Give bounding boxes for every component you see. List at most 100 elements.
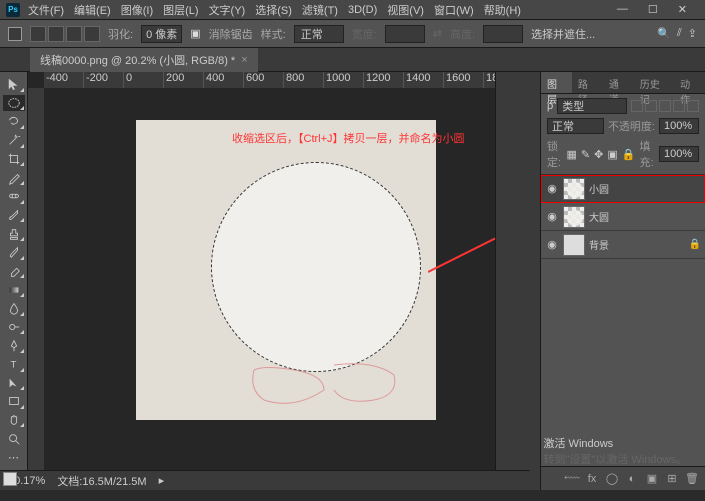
menu-layer[interactable]: 图层(L) (163, 2, 198, 18)
instruction-text: 收缩选区后，【Ctrl+J】拷贝一层，并命名为小圆 (232, 130, 465, 146)
canvas-area[interactable]: -400-20002004006008001000120014001600180… (28, 72, 495, 490)
filter-adjust-icon[interactable] (645, 100, 657, 112)
link-icon[interactable]: ⬳ (565, 472, 579, 486)
dodge-tool[interactable] (3, 319, 25, 336)
tab-layers[interactable]: 图层 (541, 72, 572, 93)
visibility-icon[interactable]: ◉ (545, 182, 559, 195)
type-tool[interactable]: T (3, 356, 25, 373)
layer-thumbnail[interactable] (563, 234, 585, 256)
blend-mode-dropdown[interactable]: 正常 (547, 118, 604, 134)
lock-paint-icon[interactable]: ✎ (581, 148, 590, 161)
maximize-icon[interactable]: ☐ (648, 3, 658, 16)
edit-toolbar[interactable]: ⋯ (3, 449, 25, 466)
layer-name[interactable]: 小圆 (589, 181, 701, 196)
layer-thumbnail[interactable] (563, 178, 585, 200)
document-tabs: 线稿0000.png @ 20.2% (小圆, RGB/8) * × (0, 48, 705, 72)
layer-name[interactable]: 大圆 (589, 209, 701, 224)
select-mask-button[interactable]: 选择并遮住... (531, 26, 595, 42)
layer-row[interactable]: ◉ 大圆 (541, 203, 705, 231)
search-icon[interactable]: 🔍 (657, 27, 671, 40)
filter-shape-icon[interactable] (673, 100, 685, 112)
blur-tool[interactable] (3, 300, 25, 317)
brush-tool[interactable] (3, 207, 25, 224)
fill-label: 填充: (639, 138, 655, 170)
pen-tool[interactable] (3, 337, 25, 354)
zoom-tool[interactable] (3, 430, 25, 447)
lasso-tool[interactable] (3, 113, 25, 130)
svg-text:T: T (10, 360, 16, 371)
move-tool[interactable] (3, 76, 25, 93)
lock-pixels-icon[interactable]: ▦ (567, 148, 577, 161)
mask-icon[interactable]: ◯ (605, 472, 619, 486)
feather-input[interactable]: 0 像素 (141, 25, 182, 43)
document-tab[interactable]: 线稿0000.png @ 20.2% (小圆, RGB/8) * × (30, 48, 258, 72)
canvas[interactable]: 收缩选区后，【Ctrl+J】拷贝一层，并命名为小圆 (136, 120, 436, 420)
selection-new-icon[interactable] (30, 26, 46, 42)
collapsed-dock[interactable] (495, 72, 540, 490)
layer-name[interactable]: 背景 (589, 237, 685, 252)
tab-channels[interactable]: 通道 (603, 72, 634, 93)
lock-all-icon[interactable]: 🔒 (622, 148, 636, 161)
filter-smart-icon[interactable] (687, 100, 699, 112)
share-icon[interactable]: ⇪ (688, 27, 697, 40)
group-icon[interactable]: ▣ (645, 472, 659, 486)
lock-position-icon[interactable]: ✥ (594, 148, 603, 161)
minimize-icon[interactable]: — (617, 3, 628, 16)
crop-tool[interactable] (3, 151, 25, 168)
document-size[interactable]: 文档:16.5M/21.5M (57, 473, 146, 489)
tool-preset-icon[interactable] (8, 27, 22, 41)
style-label: 样式: (261, 26, 286, 42)
close-icon[interactable]: ✕ (678, 3, 687, 16)
wand-tool[interactable] (3, 132, 25, 149)
menu-3d[interactable]: 3D(D) (348, 4, 377, 16)
antialias-checkbox[interactable]: 消除锯齿 (209, 26, 253, 42)
menu-file[interactable]: 文件(F) (28, 2, 64, 18)
trash-icon[interactable]: 🗑 (685, 472, 699, 486)
selection-intersect-icon[interactable] (84, 26, 100, 42)
layer-row[interactable]: ◉ 小圆 (541, 175, 705, 203)
history-brush-tool[interactable] (3, 244, 25, 261)
filter-pixel-icon[interactable] (631, 100, 643, 112)
sort-icon[interactable]: ⫽ (677, 27, 682, 40)
layer-row[interactable]: ◉ 背景 🔒 (541, 231, 705, 259)
menu-edit[interactable]: 编辑(E) (74, 2, 111, 18)
style-dropdown[interactable]: 正常 (294, 25, 344, 43)
menu-view[interactable]: 视图(V) (387, 2, 424, 18)
menu-image[interactable]: 图像(I) (121, 2, 153, 18)
layers-list: ◉ 小圆 ◉ 大圆 ◉ 背景 🔒 (541, 175, 705, 466)
visibility-icon[interactable]: ◉ (545, 238, 559, 251)
eyedropper-tool[interactable] (3, 169, 25, 186)
menu-type[interactable]: 文字(Y) (209, 2, 246, 18)
new-layer-icon[interactable]: ⊞ (665, 472, 679, 486)
fx-icon[interactable]: fx (585, 472, 599, 486)
marquee-tool[interactable] (3, 95, 25, 112)
filter-type-dropdown[interactable]: 类型 (557, 98, 627, 114)
heal-tool[interactable] (3, 188, 25, 205)
layer-thumbnail[interactable] (563, 206, 585, 228)
stamp-tool[interactable] (3, 225, 25, 242)
eraser-tool[interactable] (3, 263, 25, 280)
selection-circle (211, 162, 421, 372)
tab-history[interactable]: 历史记 (634, 72, 674, 93)
opacity-input[interactable]: 100% (659, 118, 699, 134)
tab-close-icon[interactable]: × (241, 54, 247, 66)
filter-type-icon[interactable] (659, 100, 671, 112)
menu-help[interactable]: 帮助(H) (484, 2, 521, 18)
selection-add-icon[interactable] (48, 26, 64, 42)
selection-sub-icon[interactable] (66, 26, 82, 42)
menu-select[interactable]: 选择(S) (255, 2, 292, 18)
menu-window[interactable]: 窗口(W) (434, 2, 474, 18)
shape-tool[interactable] (3, 393, 25, 410)
adjustment-icon[interactable]: ◐ (625, 472, 639, 486)
lock-label: 锁定: (547, 138, 563, 170)
gradient-tool[interactable] (3, 281, 25, 298)
tab-paths[interactable]: 路径 (572, 72, 603, 93)
menu-filter[interactable]: 滤镜(T) (302, 2, 338, 18)
visibility-icon[interactable]: ◉ (545, 210, 559, 223)
fill-input[interactable]: 100% (659, 146, 699, 162)
hand-tool[interactable] (3, 412, 25, 429)
lock-artboard-icon[interactable]: ▣ (607, 148, 617, 161)
path-select-tool[interactable] (3, 375, 25, 392)
tab-actions[interactable]: 动作 (674, 72, 705, 93)
tab-title: 线稿0000.png @ 20.2% (小圆, RGB/8) * (40, 52, 235, 68)
